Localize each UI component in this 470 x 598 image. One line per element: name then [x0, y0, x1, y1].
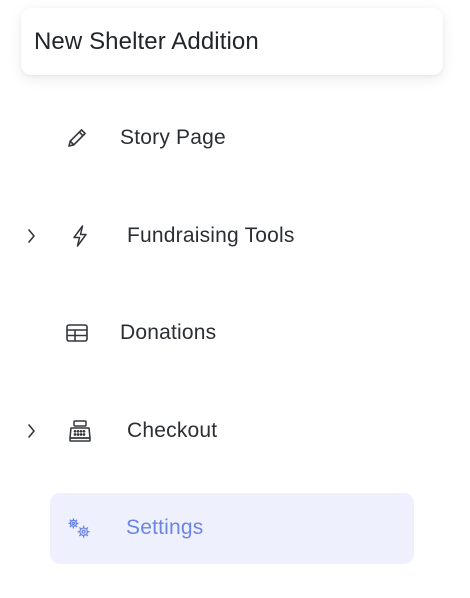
nav-item-settings[interactable]: Settings [50, 493, 414, 564]
nav-label-checkout: Checkout [127, 419, 218, 442]
gears-icon [66, 515, 92, 541]
nav-item-story-page[interactable]: Story Page [0, 110, 470, 166]
chevron-right-icon[interactable] [24, 423, 38, 439]
pencil-icon [64, 125, 90, 151]
nav-item-checkout[interactable]: Checkout [0, 403, 470, 459]
cash-register-icon [67, 418, 93, 444]
nav-item-fundraising-tools[interactable]: Fundraising Tools [0, 208, 470, 264]
nav-item-donations[interactable]: Donations [0, 305, 470, 361]
table-icon [64, 320, 90, 346]
nav-label-story-page: Story Page [120, 126, 226, 149]
nav-label-settings: Settings [126, 516, 204, 539]
campaign-title-card[interactable]: New Shelter Addition [21, 8, 443, 75]
nav-label-fundraising-tools: Fundraising Tools [127, 224, 295, 247]
campaign-title: New Shelter Addition [34, 27, 259, 55]
chevron-right-icon[interactable] [24, 228, 38, 244]
lightning-icon [67, 223, 93, 249]
nav-label-donations: Donations [120, 321, 217, 344]
